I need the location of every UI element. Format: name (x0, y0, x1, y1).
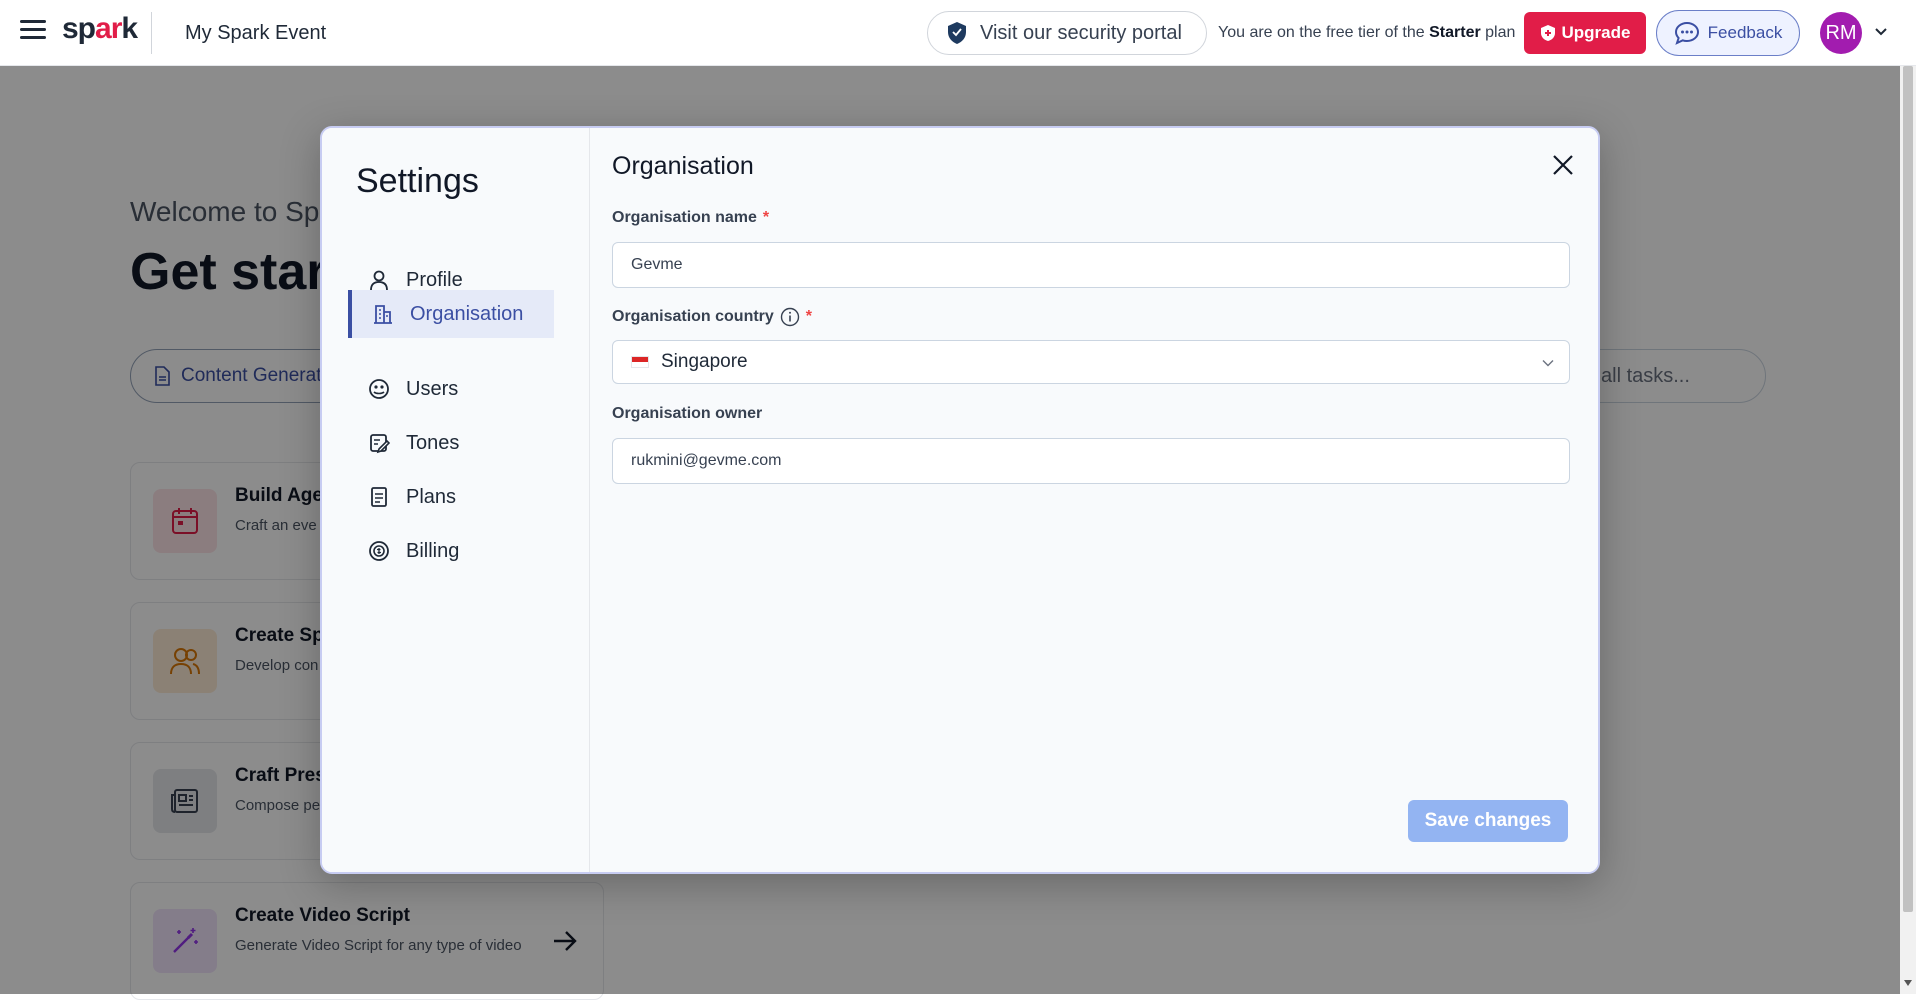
chat-bubble-icon (1674, 21, 1699, 45)
required-mark: * (805, 308, 813, 325)
info-icon[interactable] (780, 307, 800, 327)
section-title: Organisation (612, 152, 754, 180)
security-portal-label: Visit our security portal (980, 21, 1182, 44)
sidebar-item-plans[interactable]: Plans (348, 473, 554, 521)
tier-prefix: You are on the free tier of the (1218, 24, 1425, 41)
organisation-owner-input[interactable] (612, 438, 1570, 484)
building-icon (374, 305, 392, 324)
document-icon (371, 487, 387, 507)
sidebar-item-label: Plans (406, 485, 457, 508)
chevron-down-icon (1542, 360, 1554, 367)
upgrade-button[interactable]: Upgrade (1524, 12, 1646, 54)
field-label-text: Organisation owner (612, 405, 763, 422)
scrollbar-thumb[interactable] (1903, 66, 1913, 912)
tier-status: You are on the free tier of the Starter … (1218, 24, 1515, 42)
event-title[interactable]: My Spark Event (185, 22, 326, 45)
users-icon (369, 379, 389, 399)
save-changes-button[interactable]: Save changes (1408, 800, 1568, 842)
sidebar-item-label: Billing (406, 539, 460, 562)
chevron-down-icon[interactable] (1874, 25, 1888, 39)
required-mark: * (762, 209, 770, 226)
close-icon[interactable] (1550, 152, 1576, 178)
scroll-down-arrow-icon[interactable] (1904, 980, 1912, 986)
avatar[interactable]: RM (1820, 12, 1862, 54)
organisation-name-input[interactable] (612, 242, 1570, 288)
logo-text-end: k (121, 12, 138, 45)
sidebar-item-label: Tones (406, 431, 460, 454)
page-scrollbar[interactable] (1900, 66, 1916, 994)
selected-country: Singapore (661, 351, 748, 372)
tier-plan: Starter (1429, 24, 1481, 41)
settings-sidebar: Settings Profile Organisation Users Tone… (322, 128, 590, 872)
security-portal-button[interactable]: Visit our security portal (927, 11, 1207, 55)
feedback-button[interactable]: Feedback (1656, 10, 1800, 56)
feedback-label: Feedback (1707, 23, 1783, 42)
sidebar-item-label: Profile (406, 268, 463, 291)
field-label-text: Organisation country (612, 308, 774, 325)
sidebar-item-users[interactable]: Users (348, 365, 554, 413)
header-divider (151, 12, 152, 54)
sidebar-item-label: Organisation (410, 302, 524, 325)
user-icon (370, 270, 388, 291)
organisation-country-label: Organisation country * (612, 307, 812, 327)
organisation-country-select[interactable]: Singapore (612, 340, 1570, 384)
sidebar-item-billing[interactable]: Billing (348, 527, 554, 575)
organisation-name-label: Organisation name * (612, 209, 769, 227)
sidebar-item-tones[interactable]: Tones (348, 419, 554, 467)
edit-note-icon (370, 434, 390, 454)
menu-icon[interactable] (20, 20, 46, 44)
organisation-owner-label: Organisation owner (612, 405, 762, 423)
logo-accent-text: ar (95, 12, 122, 45)
organisation-panel: Organisation Organisation name * Organis… (590, 128, 1598, 872)
shield-plus-icon (1540, 25, 1555, 41)
settings-modal: Settings Profile Organisation Users Tone… (320, 126, 1600, 874)
billing-icon (369, 541, 389, 561)
logo-text: sp (62, 12, 96, 45)
sidebar-item-organisation[interactable]: Organisation (348, 290, 554, 338)
tier-suffix: plan (1485, 24, 1516, 41)
sidebar-item-label: Users (406, 377, 459, 400)
singapore-flag-icon (631, 356, 649, 368)
top-bar: spark My Spark Event Visit our security … (0, 0, 1916, 66)
upgrade-label: Upgrade (1561, 23, 1631, 42)
shield-icon (948, 22, 966, 44)
field-label-text: Organisation name (612, 209, 757, 226)
settings-title: Settings (356, 162, 479, 200)
app-logo[interactable]: spark (62, 12, 138, 46)
